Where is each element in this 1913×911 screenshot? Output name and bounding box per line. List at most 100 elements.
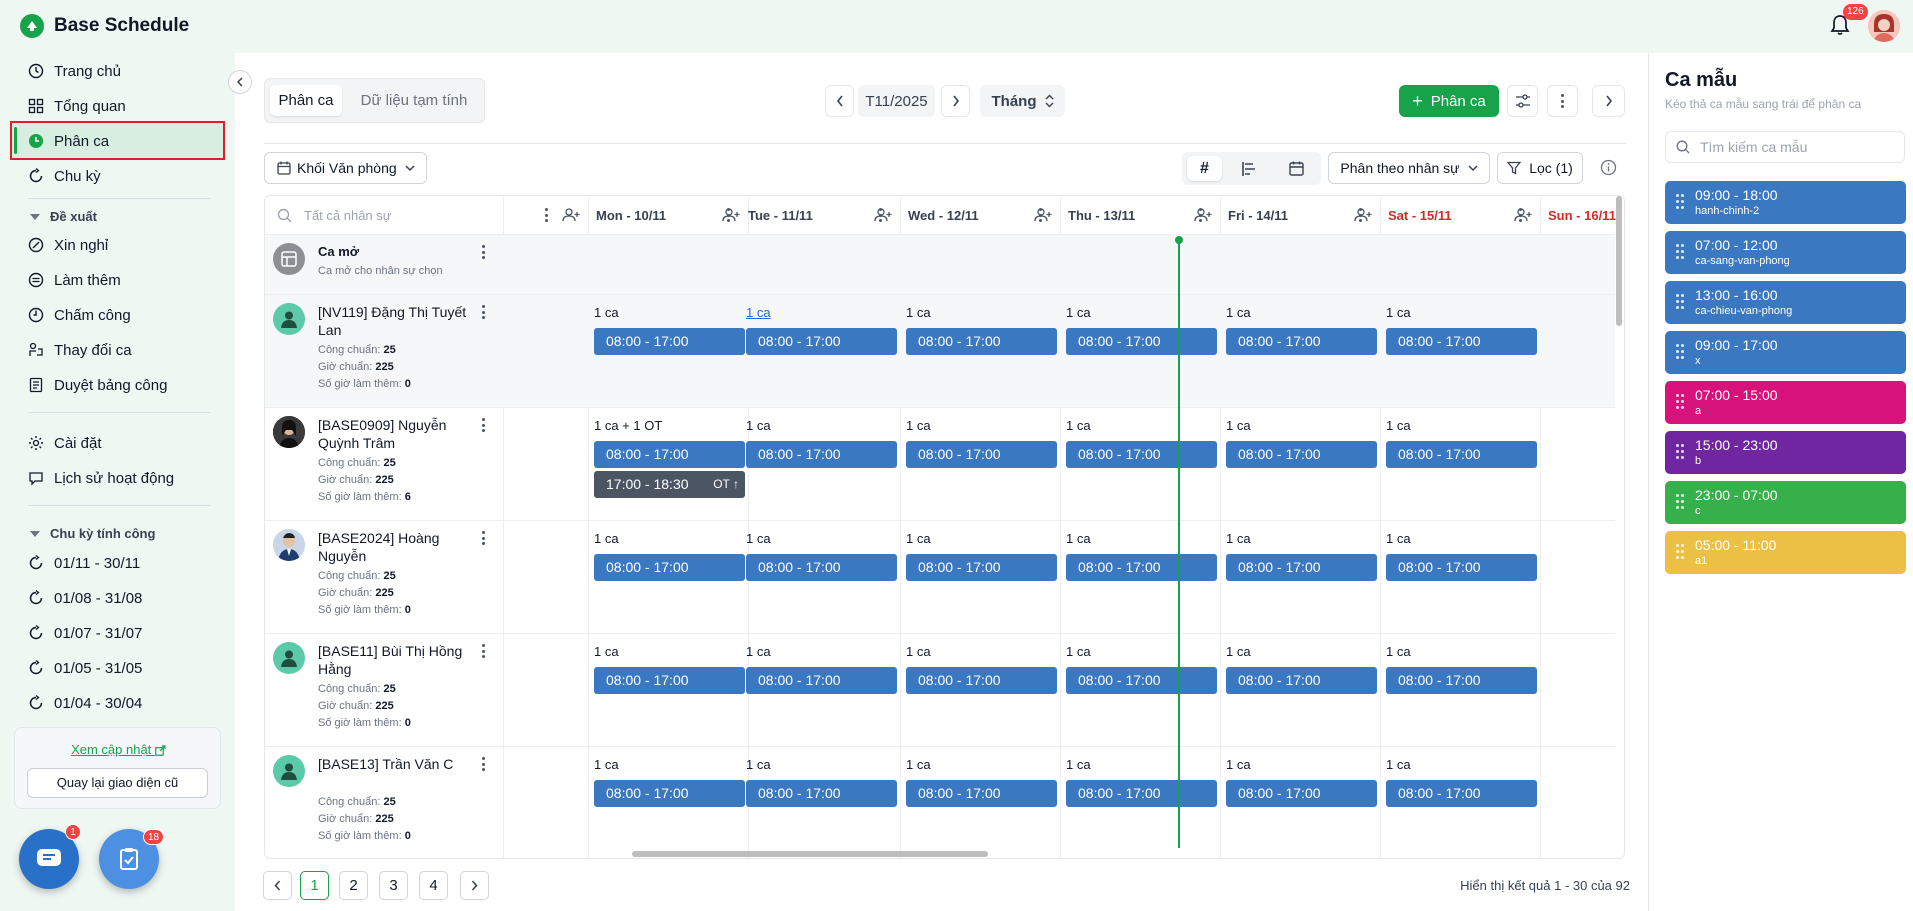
shift-block[interactable]: 08:00 - 17:00: [1386, 667, 1537, 694]
nav-item-overview[interactable]: Tổng quan: [28, 93, 126, 119]
employee-name[interactable]: [NV119] Đặng Thị Tuyết Lan: [318, 303, 478, 339]
group-by-select[interactable]: Phân theo nhân sự: [1328, 152, 1490, 184]
filter-button[interactable]: Lọc (1): [1497, 152, 1583, 184]
page-button[interactable]: 3: [379, 871, 408, 900]
shift-block[interactable]: 08:00 - 17:00: [1386, 554, 1537, 581]
shift-block[interactable]: 08:00 - 17:00: [594, 554, 745, 581]
grid-view-button[interactable]: #: [1187, 156, 1222, 181]
template-search-input[interactable]: Tìm kiếm ca mẫu: [1665, 131, 1905, 163]
shift-block[interactable]: 08:00 - 17:00: [746, 667, 897, 694]
nav-item-overtime[interactable]: Làm thêm: [28, 267, 121, 293]
nav-item-shift-assign[interactable]: Phân ca: [28, 128, 109, 154]
drag-handle-icon[interactable]: [1676, 244, 1684, 260]
horizontal-scrollbar[interactable]: [632, 851, 988, 857]
employee-name[interactable]: [BASE2024] Hoàng Nguyễn: [318, 529, 478, 565]
shift-block[interactable]: 08:00 - 17:00: [1226, 328, 1377, 355]
section-pay-cycle[interactable]: Chu kỳ tính công: [30, 526, 155, 541]
shift-block[interactable]: 08:00 - 17:00: [746, 328, 897, 355]
toggle-panel-button[interactable]: [1592, 85, 1625, 117]
shift-block[interactable]: 08:00 - 17:00: [1386, 441, 1537, 468]
shift-block[interactable]: 08:00 - 17:00: [746, 441, 897, 468]
more-vertical-icon[interactable]: [1034, 208, 1046, 222]
shift-template-card[interactable]: 05:00 - 11:00 a1: [1665, 531, 1906, 574]
nav-item-settings[interactable]: Cài đặt: [28, 430, 102, 456]
drag-handle-icon[interactable]: [1676, 444, 1684, 460]
view-mode-select[interactable]: Tháng: [980, 85, 1065, 117]
prev-page-button[interactable]: [263, 871, 292, 900]
drag-handle-icon[interactable]: [1676, 194, 1684, 210]
calendar-view-button[interactable]: [1278, 156, 1314, 181]
nav-item-timesheet-approve[interactable]: Duyệt bảng công: [28, 372, 167, 398]
shift-block[interactable]: 08:00 - 17:00: [906, 780, 1057, 807]
shift-block[interactable]: 08:00 - 17:00: [1066, 441, 1217, 468]
more-vertical-icon[interactable]: [874, 208, 886, 222]
cycle-item[interactable]: 01/07 - 31/07: [28, 620, 142, 646]
drag-handle-icon[interactable]: [1676, 294, 1684, 310]
tab-shift-assign[interactable]: Phân ca: [270, 85, 342, 116]
more-vertical-icon[interactable]: [722, 208, 734, 222]
tab-estimated-data[interactable]: Dữ liệu tạm tính: [349, 85, 479, 116]
collapse-sidebar-button[interactable]: [228, 70, 252, 94]
page-button[interactable]: 4: [419, 871, 448, 900]
more-vertical-icon[interactable]: [540, 208, 552, 222]
nav-item-home[interactable]: Trang chủ: [28, 58, 121, 84]
whats-new-link[interactable]: Xem cập nhật: [15, 742, 222, 757]
shift-block[interactable]: 08:00 - 17:00: [594, 780, 745, 807]
shift-block[interactable]: 08:00 - 17:00: [594, 441, 745, 468]
next-page-button[interactable]: [460, 871, 489, 900]
vertical-scrollbar[interactable]: [1616, 196, 1622, 326]
cycle-item[interactable]: 01/04 - 30/04: [28, 690, 142, 716]
employee-name[interactable]: [BASE13] Trần Văn C: [318, 755, 478, 773]
nav-item-leave[interactable]: Xin nghỉ: [28, 232, 108, 258]
info-icon[interactable]: [1600, 159, 1617, 176]
employee-name[interactable]: [BASE11] Bùi Thị Hồng Hằng: [318, 642, 478, 678]
shift-block[interactable]: 08:00 - 17:00: [1226, 667, 1377, 694]
cycle-item[interactable]: 01/05 - 31/05: [28, 655, 142, 681]
shift-block[interactable]: 08:00 - 17:00: [1226, 780, 1377, 807]
shift-template-card[interactable]: 07:00 - 15:00 a: [1665, 381, 1906, 424]
shift-template-card[interactable]: 09:00 - 17:00 x: [1665, 331, 1906, 374]
shift-block[interactable]: 08:00 - 17:00: [1226, 554, 1377, 581]
cycle-item[interactable]: 01/11 - 30/11: [28, 550, 140, 576]
shift-template-card[interactable]: 09:00 - 18:00 hanh-chinh-2: [1665, 181, 1906, 224]
drag-handle-icon[interactable]: [1676, 544, 1684, 560]
shift-template-card[interactable]: 15:00 - 23:00 b: [1665, 431, 1906, 474]
adjust-settings-button[interactable]: [1507, 85, 1538, 117]
shift-block[interactable]: 08:00 - 17:00: [1066, 328, 1217, 355]
shift-block[interactable]: 08:00 - 17:00: [594, 328, 745, 355]
shift-block[interactable]: 08:00 - 17:00: [1226, 441, 1377, 468]
overtime-block[interactable]: 17:00 - 18:30 OT ↑: [594, 471, 745, 498]
more-vertical-icon[interactable]: [477, 245, 489, 259]
shift-block[interactable]: 08:00 - 17:00: [906, 441, 1057, 468]
employee-name[interactable]: [BASE0909] Nguyễn Quỳnh Trâm: [318, 416, 478, 452]
drag-handle-icon[interactable]: [1676, 394, 1684, 410]
period-label[interactable]: T11/2025: [858, 85, 935, 117]
shift-block[interactable]: 08:00 - 17:00: [906, 667, 1057, 694]
cycle-item[interactable]: 01/08 - 31/08: [28, 585, 142, 611]
timeline-view-button[interactable]: [1231, 156, 1267, 181]
back-to-old-ui-button[interactable]: Quay lại giao diện cũ: [27, 768, 208, 798]
shift-block[interactable]: 08:00 - 17:00: [1066, 780, 1217, 807]
nav-item-swap-shift[interactable]: Thay đổi ca: [28, 337, 132, 363]
more-vertical-icon[interactable]: [477, 644, 489, 658]
shift-template-card[interactable]: 07:00 - 12:00 ca-sang-van-phong: [1665, 231, 1906, 274]
shift-block[interactable]: 08:00 - 17:00: [746, 554, 897, 581]
shift-template-card[interactable]: 13:00 - 16:00 ca-chieu-van-phong: [1665, 281, 1906, 324]
section-proposals[interactable]: Đề xuất: [30, 209, 97, 224]
shift-block[interactable]: 08:00 - 17:00: [906, 554, 1057, 581]
shift-block[interactable]: 08:00 - 17:00: [1066, 554, 1217, 581]
more-vertical-icon[interactable]: [477, 418, 489, 432]
drag-handle-icon[interactable]: [1676, 344, 1684, 360]
nav-item-timekeeping[interactable]: Chấm công: [28, 302, 131, 328]
user-plus-icon[interactable]: [562, 208, 580, 222]
shift-block[interactable]: 08:00 - 17:00: [1386, 780, 1537, 807]
shift-template-card[interactable]: 23:00 - 07:00 c: [1665, 481, 1906, 524]
next-period-button[interactable]: [941, 85, 970, 117]
drag-handle-icon[interactable]: [1676, 494, 1684, 510]
shift-block[interactable]: 08:00 - 17:00: [746, 780, 897, 807]
shift-block[interactable]: 08:00 - 17:00: [594, 667, 745, 694]
more-options-button[interactable]: [1547, 85, 1578, 117]
more-vertical-icon[interactable]: [477, 757, 489, 771]
department-select[interactable]: Khối Văn phòng: [264, 152, 427, 184]
shift-count[interactable]: 1 ca: [746, 305, 771, 320]
